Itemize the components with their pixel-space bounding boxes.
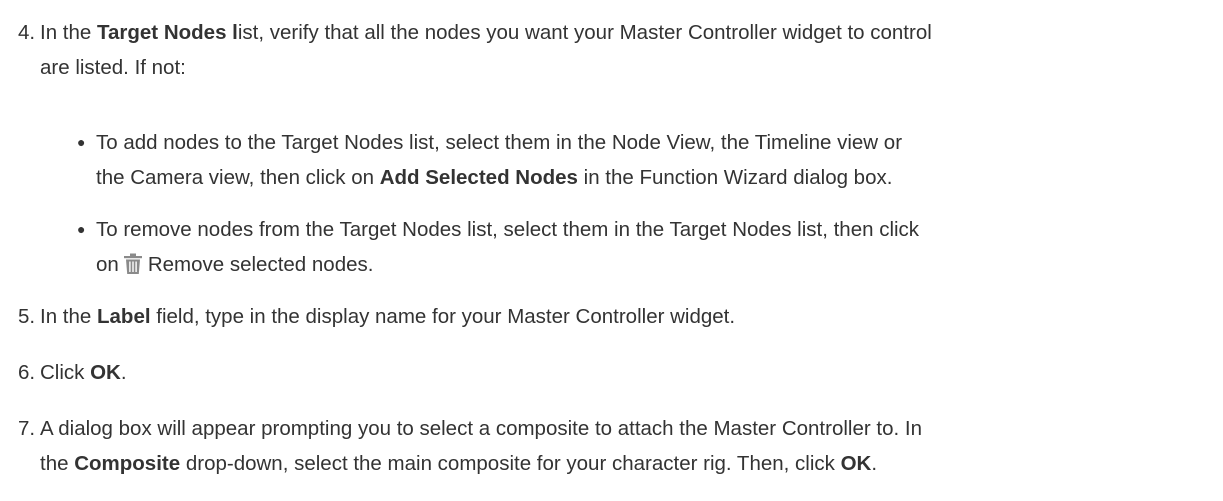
- bullet-text-rest: in the Function Wizard dialog box.: [577, 166, 893, 189]
- trash-icon: [122, 251, 144, 274]
- term-ok: OK: [840, 452, 872, 475]
- bullet-text-continued: on Remove selected nodes.: [77, 247, 1207, 282]
- bullet-add-nodes: ● To add nodes to the Target Nodes list, …: [77, 125, 1207, 195]
- step-text-rest: ist, verify that all the nodes you want …: [237, 21, 932, 44]
- step-text-mid: drop-down, select the main composite for…: [180, 452, 841, 475]
- term-label: Label: [97, 305, 151, 328]
- step-5: 5. In the Label field, type in the displa…: [18, 299, 1213, 334]
- step-text: In the Target Nodes list, verify that al…: [40, 21, 932, 44]
- step-text-prefix: In the: [40, 21, 97, 44]
- step-6: 6. Click OK.: [18, 355, 1213, 390]
- step-text-prefix: Click: [40, 361, 91, 384]
- bullet-text: To remove nodes from the Target Nodes li…: [96, 218, 920, 241]
- bullet-remove-nodes: ● To remove nodes from the Target Nodes l…: [77, 212, 1207, 282]
- step-text-continued: the Composite drop-down, select the main…: [18, 446, 1213, 481]
- bullet-text-rest: Remove selected nodes.: [147, 253, 374, 276]
- bullet-text-prefix: the Camera view, then click on: [96, 166, 380, 189]
- step-text: Click OK.: [40, 361, 127, 384]
- step-4: 4. In the Target Nodes list, verify that …: [18, 15, 1213, 85]
- step-text-prefix: the: [40, 452, 75, 475]
- term-composite: Composite: [74, 452, 181, 475]
- bullet-text-continued: the Camera view, then click on Add Selec…: [77, 160, 1207, 195]
- step-7: 7. A dialog box will appear prompting you…: [18, 411, 1213, 481]
- step-number: 5.: [18, 305, 36, 328]
- bullet-dot: ●: [77, 134, 86, 150]
- step-text-end: .: [871, 452, 878, 475]
- bullet-dot: ●: [77, 221, 86, 237]
- term-add-selected-nodes: Add Selected Nodes: [379, 166, 578, 189]
- step-text-rest: .: [120, 361, 127, 384]
- step-number: 4.: [18, 21, 36, 44]
- bullet-text-prefix: on: [96, 253, 119, 276]
- step-number: 6.: [18, 361, 36, 384]
- step-text-prefix: In the: [40, 305, 97, 328]
- term-target-nodes: Target Nodes l: [97, 21, 238, 44]
- step-text: A dialog box will appear prompting you t…: [40, 417, 922, 440]
- instructions-document: 4. In the Target Nodes list, verify that …: [0, 0, 1223, 501]
- step-number: 7.: [18, 417, 36, 440]
- term-ok: OK: [90, 361, 121, 384]
- step-text-continued: are listed. If not:: [40, 56, 186, 79]
- bullet-text: To add nodes to the Target Nodes list, s…: [96, 131, 903, 154]
- step-text: In the Label field, type in the display …: [40, 305, 735, 328]
- step-text-rest: field, type in the display name for your…: [150, 305, 736, 328]
